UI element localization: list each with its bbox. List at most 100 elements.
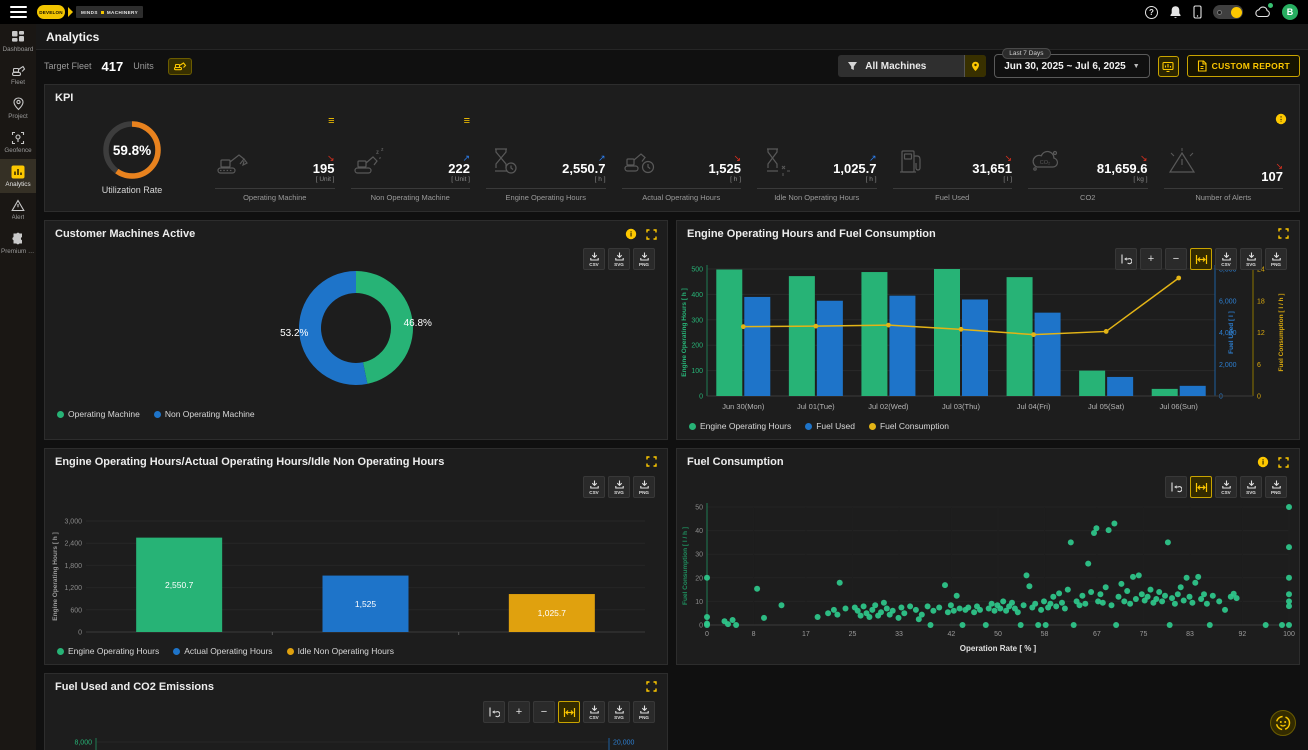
download-png-button[interactable]: PNG: [1265, 248, 1287, 270]
scatter-point[interactable]: [890, 608, 896, 614]
scatter-point[interactable]: [907, 603, 913, 609]
scatter-point[interactable]: [1024, 572, 1030, 578]
scatter-point[interactable]: [1175, 591, 1181, 597]
machine-list-icon[interactable]: ≡: [328, 116, 334, 126]
legend-item[interactable]: Operating Machine: [57, 409, 140, 419]
scatter-point[interactable]: [1053, 603, 1059, 609]
scatter-point[interactable]: [704, 614, 710, 620]
scatter-point[interactable]: [1082, 601, 1088, 607]
scatter-point[interactable]: [704, 575, 710, 581]
scatter-point[interactable]: [881, 600, 887, 606]
legend-item[interactable]: Engine Operating Hours: [689, 421, 791, 431]
scatter-point[interactable]: [896, 615, 902, 621]
download-csv-button[interactable]: CSV: [1215, 248, 1237, 270]
legend-item[interactable]: Actual Operating Hours: [173, 646, 272, 656]
scatter-point[interactable]: [1015, 609, 1021, 615]
legend-item[interactable]: Fuel Consumption: [869, 421, 949, 431]
scatter-point[interactable]: [1279, 622, 1285, 628]
scatter-point[interactable]: [1184, 575, 1190, 581]
scatter-point[interactable]: [1136, 572, 1142, 578]
scatter-point[interactable]: [1210, 593, 1216, 599]
legend-item[interactable]: Engine Operating Hours: [57, 646, 159, 656]
scatter-point[interactable]: [1043, 622, 1049, 628]
zoom-in-button[interactable]: +: [1140, 248, 1162, 270]
scatter-point[interactable]: [945, 609, 951, 615]
scatter-point[interactable]: [971, 609, 977, 615]
download-svg-button[interactable]: SVG: [608, 248, 630, 270]
line-point[interactable]: [741, 324, 746, 329]
mobile-device-icon[interactable]: [1193, 5, 1202, 19]
scatter-point[interactable]: [1077, 602, 1083, 608]
scatter-point[interactable]: [1263, 622, 1269, 628]
scatter-point[interactable]: [1097, 591, 1103, 597]
scatter-point[interactable]: [1286, 504, 1292, 510]
scatter-point[interactable]: [1159, 598, 1165, 604]
pan-select-button[interactable]: [1190, 476, 1212, 498]
bar-fuel-used[interactable]: [1035, 313, 1061, 396]
scatter-point[interactable]: [1026, 583, 1032, 589]
machine-list-icon[interactable]: ≡: [1277, 116, 1283, 126]
scatter-point[interactable]: [1100, 600, 1106, 606]
bar-fuel-used[interactable]: [817, 301, 843, 396]
scatter-point[interactable]: [1222, 607, 1228, 613]
scatter-point[interactable]: [1192, 580, 1198, 586]
scatter-point[interactable]: [866, 614, 872, 620]
line-point[interactable]: [1031, 332, 1036, 337]
scatter-point[interactable]: [928, 622, 934, 628]
scatter-point[interactable]: [960, 622, 966, 628]
line-point[interactable]: [813, 324, 818, 329]
scatter-point[interactable]: [1041, 598, 1047, 604]
scatter-point[interactable]: [898, 605, 904, 611]
reset-zoom-button[interactable]: [1165, 476, 1187, 498]
scatter-point[interactable]: [1121, 598, 1127, 604]
scatter-point[interactable]: [1032, 601, 1038, 607]
scatter-point[interactable]: [942, 582, 948, 588]
scatter-point[interactable]: [1201, 591, 1207, 597]
download-csv-button[interactable]: CSV: [583, 701, 605, 723]
sidebar-item-alert[interactable]: Alert: [0, 193, 36, 226]
chatbot-fab[interactable]: [1270, 710, 1296, 736]
scatter-point[interactable]: [1286, 622, 1292, 628]
download-csv-button[interactable]: CSV: [1215, 476, 1237, 498]
insight-report-button[interactable]: [1158, 56, 1179, 77]
scatter-point[interactable]: [1145, 594, 1151, 600]
scatter-point[interactable]: [1062, 606, 1068, 612]
scatter-point[interactable]: [754, 586, 760, 592]
zoom-in-button[interactable]: +: [508, 701, 530, 723]
zoom-out-button[interactable]: −: [533, 701, 555, 723]
scatter-point[interactable]: [1018, 622, 1024, 628]
scatter-point[interactable]: [1286, 575, 1292, 581]
download-svg-button[interactable]: SVG: [1240, 248, 1262, 270]
scatter-point[interactable]: [1165, 539, 1171, 545]
scatter-point[interactable]: [901, 610, 907, 616]
scatter-point[interactable]: [1056, 590, 1062, 596]
scatter-point[interactable]: [948, 602, 954, 608]
scatter-point[interactable]: [1207, 622, 1213, 628]
scatter-point[interactable]: [1156, 589, 1162, 595]
download-csv-button[interactable]: CSV: [583, 248, 605, 270]
bar-engine-hours[interactable]: [1152, 389, 1178, 396]
scatter-point[interactable]: [1167, 622, 1173, 628]
sidebar-item-fleet[interactable]: Fleet: [0, 58, 36, 91]
bar-fuel-used[interactable]: [962, 299, 988, 396]
scatter-point[interactable]: [837, 580, 843, 586]
scatter-point[interactable]: [1133, 596, 1139, 602]
scatter-point[interactable]: [1162, 593, 1168, 599]
bar-engine-hours[interactable]: [861, 272, 887, 396]
scatter-point[interactable]: [1065, 587, 1071, 593]
menu-icon[interactable]: [10, 6, 27, 18]
scatter-point[interactable]: [1047, 601, 1053, 607]
scatter-point[interactable]: [992, 608, 998, 614]
scatter-point[interactable]: [725, 621, 731, 627]
download-png-button[interactable]: PNG: [633, 701, 655, 723]
scatter-point[interactable]: [1068, 539, 1074, 545]
legend-item[interactable]: Non Operating Machine: [154, 409, 255, 419]
sidebar-item-premium-d[interactable]: Premium D...: [0, 226, 36, 260]
scatter-point[interactable]: [878, 609, 884, 615]
date-range-picker[interactable]: Last 7 Days Jun 30, 2025 ~ Jul 6, 2025 ▼: [994, 54, 1149, 78]
scatter-point[interactable]: [1000, 598, 1006, 604]
scatter-point[interactable]: [1050, 594, 1056, 600]
scatter-point[interactable]: [1234, 595, 1240, 601]
bar-engine-hours[interactable]: [789, 276, 815, 396]
bar-engine-hours[interactable]: [1079, 371, 1105, 396]
